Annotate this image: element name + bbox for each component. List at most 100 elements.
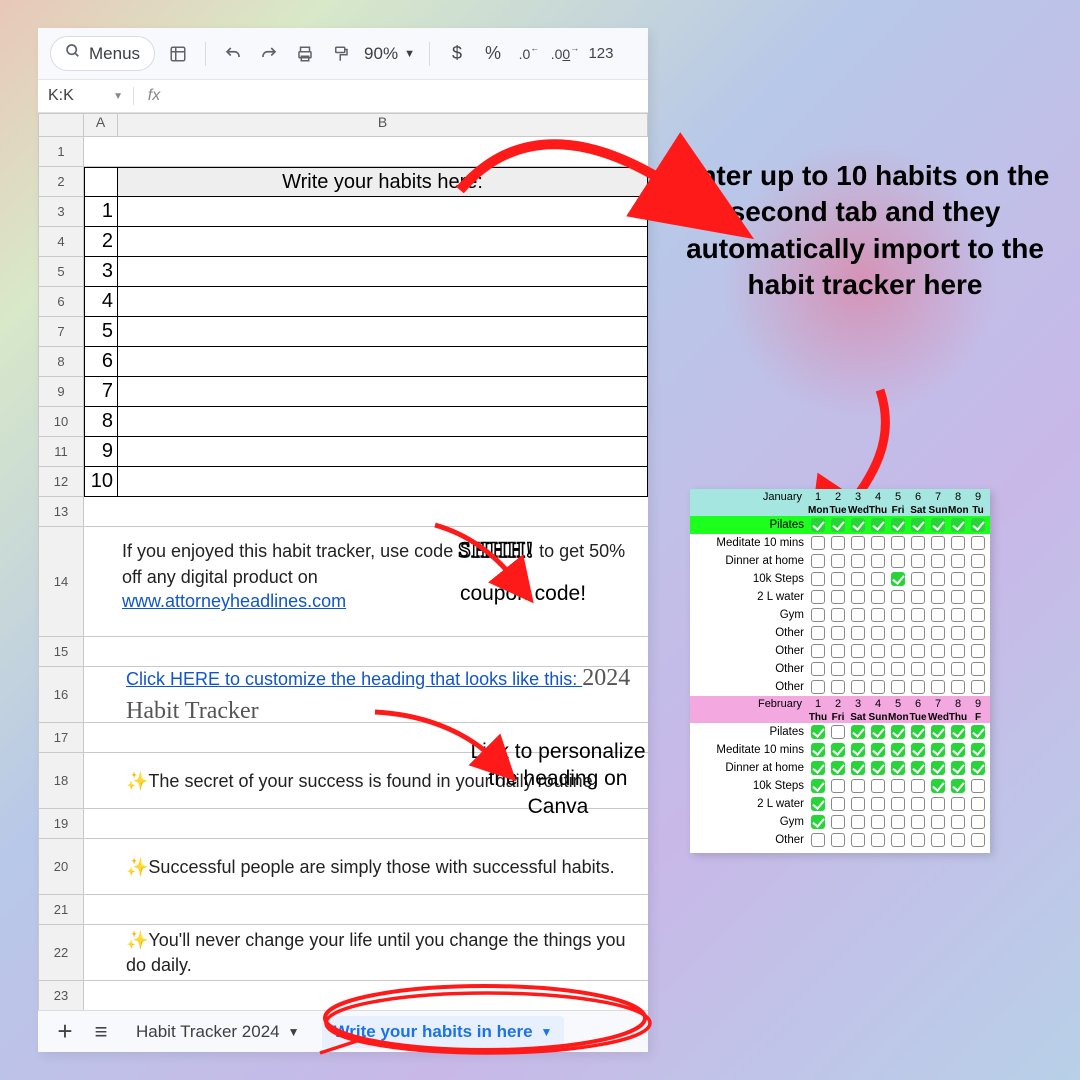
habit-checkbox[interactable] <box>828 814 848 830</box>
habit-checkbox[interactable] <box>908 778 928 794</box>
habit-checkbox[interactable] <box>848 553 868 569</box>
habit-checkbox[interactable] <box>828 661 848 677</box>
habit-checkbox[interactable] <box>808 607 828 623</box>
habit-checkbox[interactable] <box>968 517 988 533</box>
habit-checkbox[interactable] <box>928 679 948 695</box>
habit-checkbox[interactable] <box>928 814 948 830</box>
cell-b[interactable] <box>118 347 648 377</box>
habit-checkbox[interactable] <box>948 589 968 605</box>
habit-checkbox[interactable] <box>808 643 828 659</box>
format-percent-button[interactable]: % <box>480 41 506 67</box>
habit-checkbox[interactable] <box>968 742 988 758</box>
cell-b[interactable] <box>118 377 648 407</box>
habit-checkbox[interactable] <box>968 778 988 794</box>
habit-checkbox[interactable] <box>948 778 968 794</box>
habit-checkbox[interactable] <box>948 742 968 758</box>
row-header[interactable]: 12 <box>38 467 84 497</box>
habit-checkbox[interactable] <box>848 607 868 623</box>
habit-checkbox[interactable] <box>808 661 828 677</box>
row-header[interactable]: 13 <box>38 497 84 527</box>
habit-checkbox[interactable] <box>928 724 948 740</box>
habit-checkbox[interactable] <box>928 607 948 623</box>
habit-checkbox[interactable] <box>908 760 928 776</box>
cell-a[interactable] <box>84 809 118 839</box>
habit-checkbox[interactable] <box>908 724 928 740</box>
cell-a[interactable] <box>84 753 118 809</box>
row-header[interactable]: 5 <box>38 257 84 287</box>
habit-checkbox[interactable] <box>828 517 848 533</box>
habit-checkbox[interactable] <box>868 535 888 551</box>
habit-checkbox[interactable] <box>908 814 928 830</box>
habit-checkbox[interactable] <box>968 724 988 740</box>
habit-checkbox[interactable] <box>868 796 888 812</box>
habit-checkbox[interactable] <box>928 535 948 551</box>
habit-checkbox[interactable] <box>828 571 848 587</box>
cell-a[interactable]: 2 <box>84 227 118 257</box>
cell-b[interactable] <box>118 497 648 527</box>
spreadsheet-grid[interactable]: A B 1 2 Write your habits here:3 1 4 2 5… <box>38 113 648 1010</box>
habit-checkbox[interactable] <box>888 796 908 812</box>
habit-checkbox[interactable] <box>868 778 888 794</box>
habit-checkbox[interactable] <box>888 661 908 677</box>
habit-checkbox[interactable] <box>868 643 888 659</box>
redo-button[interactable] <box>256 41 282 67</box>
habit-checkbox[interactable] <box>848 679 868 695</box>
habit-checkbox[interactable] <box>868 517 888 533</box>
habit-checkbox[interactable] <box>888 814 908 830</box>
habit-checkbox[interactable] <box>808 679 828 695</box>
row-header[interactable]: 14 <box>38 527 84 637</box>
habit-checkbox[interactable] <box>968 832 988 848</box>
habit-checkbox[interactable] <box>928 661 948 677</box>
habit-checkbox[interactable] <box>888 553 908 569</box>
row-header[interactable]: 2 <box>38 167 84 197</box>
habit-checkbox[interactable] <box>948 661 968 677</box>
habit-checkbox[interactable] <box>928 571 948 587</box>
habit-checkbox[interactable] <box>848 778 868 794</box>
habit-checkbox[interactable] <box>908 625 928 641</box>
habit-checkbox[interactable] <box>968 625 988 641</box>
cell-a[interactable]: 1 <box>84 197 118 227</box>
sheets-icon[interactable] <box>165 41 191 67</box>
habit-checkbox[interactable] <box>848 742 868 758</box>
habit-checkbox[interactable] <box>848 535 868 551</box>
tab-habit-tracker-2024[interactable]: Habit Tracker 2024 ▼ <box>124 1016 312 1048</box>
habit-checkbox[interactable] <box>848 517 868 533</box>
row-header[interactable]: 23 <box>38 981 84 1010</box>
habit-checkbox[interactable] <box>848 625 868 641</box>
row-header[interactable]: 4 <box>38 227 84 257</box>
habit-checkbox[interactable] <box>868 607 888 623</box>
habit-checkbox[interactable] <box>908 742 928 758</box>
habit-checkbox[interactable] <box>888 679 908 695</box>
habit-checkbox[interactable] <box>868 553 888 569</box>
cell-b[interactable] <box>118 407 648 437</box>
cell-a[interactable] <box>84 925 118 981</box>
habit-checkbox[interactable] <box>948 814 968 830</box>
habit-checkbox[interactable] <box>868 661 888 677</box>
habit-checkbox[interactable] <box>868 589 888 605</box>
print-button[interactable] <box>292 41 318 67</box>
habit-checkbox[interactable] <box>828 778 848 794</box>
menus-button[interactable]: Menus <box>50 36 155 71</box>
habit-checkbox[interactable] <box>928 760 948 776</box>
habit-checkbox[interactable] <box>848 724 868 740</box>
habit-checkbox[interactable] <box>948 679 968 695</box>
habit-checkbox[interactable] <box>948 553 968 569</box>
habit-checkbox[interactable] <box>968 760 988 776</box>
more-formats-button[interactable]: 123 <box>588 41 614 67</box>
name-box[interactable]: K:K ▼ <box>38 87 134 105</box>
row-header[interactable]: 6 <box>38 287 84 317</box>
habit-checkbox[interactable] <box>868 742 888 758</box>
habit-checkbox[interactable] <box>848 796 868 812</box>
habit-checkbox[interactable] <box>888 571 908 587</box>
habit-checkbox[interactable] <box>828 553 848 569</box>
habit-checkbox[interactable] <box>808 553 828 569</box>
row-header[interactable]: 19 <box>38 809 84 839</box>
habit-checkbox[interactable] <box>888 625 908 641</box>
promo-link[interactable]: www.attorneyheadlines.com <box>122 591 346 611</box>
cell-a[interactable]: 4 <box>84 287 118 317</box>
cell-b[interactable] <box>118 895 648 925</box>
row-header[interactable]: 9 <box>38 377 84 407</box>
habit-checkbox[interactable] <box>948 571 968 587</box>
habit-checkbox[interactable] <box>888 643 908 659</box>
habit-checkbox[interactable] <box>948 832 968 848</box>
